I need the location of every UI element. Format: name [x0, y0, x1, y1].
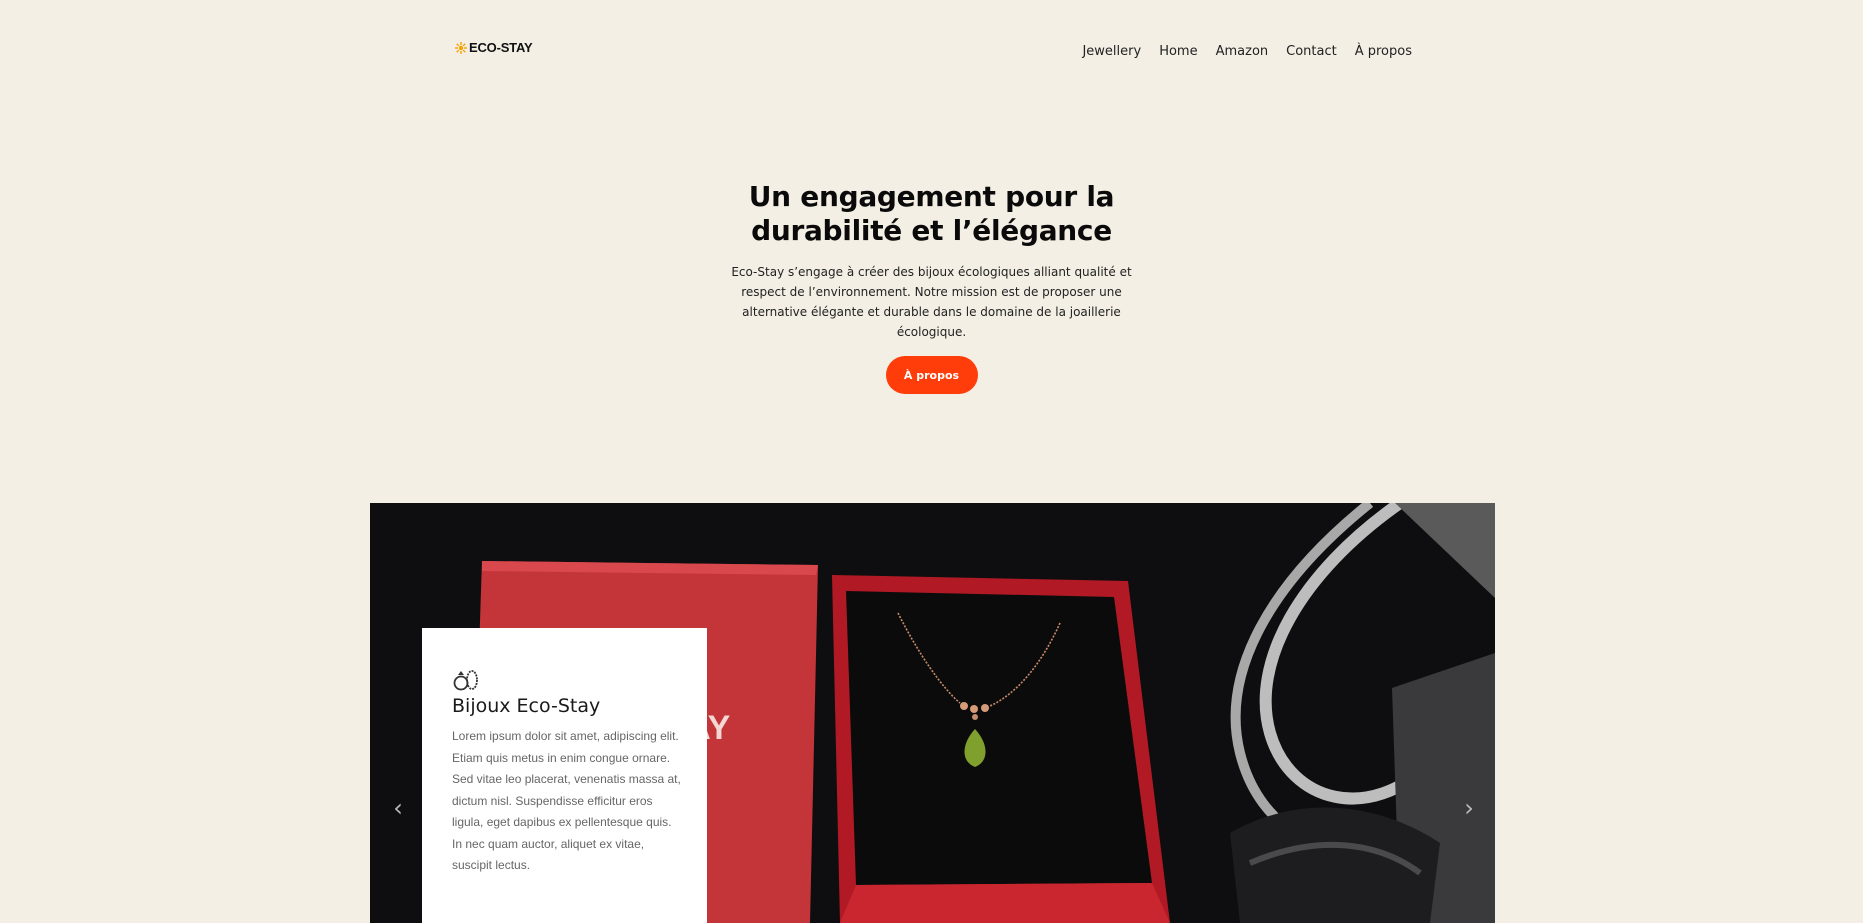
nav-contact[interactable]: Contact	[1286, 44, 1337, 59]
chevron-right-icon: ›	[1464, 794, 1474, 822]
rings-icon	[453, 670, 478, 691]
hero-title: Un engagement pour la durabilité et l’él…	[748, 180, 1115, 247]
hero-section: Un engagement pour la durabilité et l’él…	[0, 180, 1863, 394]
nav-jewellery[interactable]: Jewellery	[1082, 44, 1141, 59]
slide-info-card: Bijoux Eco-Stay Lorem ipsum dolor sit am…	[422, 628, 707, 923]
hero-description: Eco-Stay s’engage à créer des bijoux éco…	[731, 265, 1132, 339]
site-header: ECO-STAY Jewellery Home Amazon Contact À…	[0, 0, 1863, 110]
logo-text: ECO-STAY	[469, 40, 533, 55]
chevron-left-icon: ‹	[393, 794, 403, 822]
slider-next-button[interactable]: ›	[1459, 793, 1479, 823]
card-title: Bijoux Eco-Stay	[452, 695, 601, 717]
image-slider: TAY ‹ › Bijoux Eco-Stay Lorem ips	[370, 503, 1495, 923]
a-propos-button[interactable]: À propos	[885, 356, 978, 394]
slider-prev-button[interactable]: ‹	[388, 793, 408, 823]
nav-a-propos[interactable]: À propos	[1355, 44, 1412, 59]
nav-amazon[interactable]: Amazon	[1216, 44, 1269, 59]
logo[interactable]: ECO-STAY	[455, 40, 533, 55]
sun-logo-icon	[455, 41, 467, 54]
card-body: Lorem ipsum dolor sit amet, adipiscing e…	[452, 729, 681, 872]
nav-home[interactable]: Home	[1159, 44, 1197, 59]
main-nav: Jewellery Home Amazon Contact À propos	[1082, 44, 1412, 59]
